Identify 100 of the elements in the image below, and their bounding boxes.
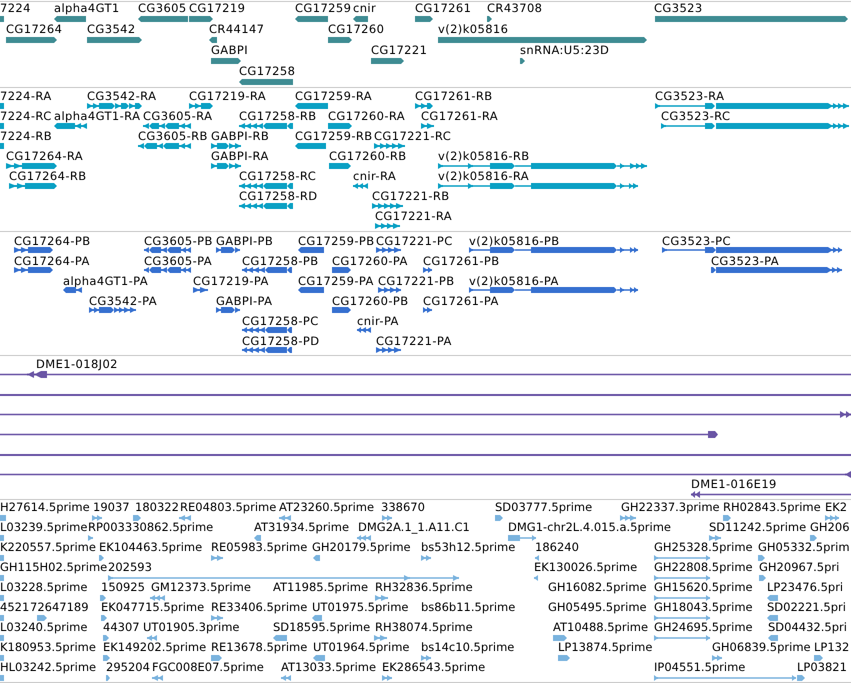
transcript-feature[interactable]	[415, 103, 433, 109]
est-feature[interactable]	[211, 655, 222, 661]
est-feature[interactable]	[375, 595, 388, 601]
est-feature[interactable]	[508, 535, 536, 541]
est-feature[interactable]	[421, 555, 431, 561]
gene-feature[interactable]	[520, 58, 525, 64]
est-feature[interactable]	[179, 515, 191, 521]
gene-feature[interactable]	[371, 58, 404, 64]
transcript-feature[interactable]	[54, 123, 87, 129]
est-feature[interactable]	[100, 595, 106, 601]
clone-feature[interactable]	[0, 431, 718, 438]
transcript-feature[interactable]	[239, 123, 293, 129]
gene-feature[interactable]	[189, 16, 213, 22]
est-feature[interactable]	[101, 615, 107, 621]
gene-feature[interactable]	[54, 16, 86, 22]
transcript-feature[interactable]	[329, 163, 351, 169]
transcript-feature[interactable]	[438, 183, 638, 189]
est-feature[interactable]	[723, 515, 731, 521]
transcript-feature[interactable]	[143, 123, 191, 129]
transcript-feature[interactable]	[374, 143, 405, 149]
protein-feature[interactable]	[14, 247, 53, 253]
est-feature[interactable]	[99, 555, 104, 561]
transcript-feature[interactable]	[6, 163, 57, 169]
est-feature[interactable]	[654, 595, 710, 601]
est-feature[interactable]	[37, 615, 47, 621]
est-feature[interactable]	[357, 535, 371, 541]
est-feature[interactable]	[654, 555, 710, 561]
est-feature[interactable]	[654, 635, 710, 641]
est-feature[interactable]	[106, 675, 110, 681]
est-feature[interactable]	[421, 655, 431, 661]
gene-feature[interactable]	[209, 37, 217, 43]
transcript-feature[interactable]	[211, 143, 241, 149]
transcript-feature[interactable]	[353, 183, 368, 189]
protein-feature[interactable]	[298, 247, 324, 253]
est-feature[interactable]	[313, 555, 320, 561]
protein-feature[interactable]	[378, 287, 401, 293]
est-feature[interactable]	[382, 675, 392, 681]
est-feature[interactable]	[254, 535, 261, 541]
est-feature[interactable]	[654, 575, 710, 581]
est-feature[interactable]	[495, 515, 503, 521]
est-feature[interactable]	[767, 595, 778, 601]
transcript-feature[interactable]	[421, 123, 434, 129]
protein-feature[interactable]	[332, 307, 351, 313]
est-feature[interactable]	[108, 575, 459, 581]
protein-feature[interactable]	[469, 247, 638, 253]
protein-feature[interactable]	[144, 267, 191, 273]
transcript-feature[interactable]	[295, 143, 326, 149]
est-feature[interactable]	[374, 635, 387, 641]
clone-feature[interactable]	[0, 371, 851, 378]
gene-feature[interactable]	[328, 37, 352, 43]
est-feature[interactable]	[273, 635, 287, 641]
protein-feature[interactable]	[298, 287, 324, 293]
est-feature[interactable]	[92, 515, 102, 521]
protein-feature[interactable]	[376, 247, 401, 253]
est-feature[interactable]	[712, 655, 722, 661]
protein-feature[interactable]	[14, 267, 53, 273]
transcript-feature[interactable]	[211, 163, 241, 169]
est-feature[interactable]	[825, 515, 839, 521]
gene-feature[interactable]	[415, 16, 433, 22]
protein-feature[interactable]	[332, 267, 351, 273]
protein-feature[interactable]	[144, 247, 191, 253]
gene-feature[interactable]	[87, 37, 142, 43]
protein-feature[interactable]	[216, 247, 240, 253]
est-feature[interactable]	[558, 655, 570, 661]
protein-feature[interactable]	[89, 307, 136, 313]
clone-feature[interactable]	[0, 471, 851, 478]
est-feature[interactable]	[150, 595, 165, 601]
est-feature[interactable]	[103, 635, 109, 641]
est-feature[interactable]	[88, 535, 93, 541]
transcript-feature[interactable]	[328, 123, 352, 129]
transcript-feature[interactable]	[372, 203, 403, 209]
protein-feature[interactable]	[423, 267, 432, 273]
est-feature[interactable]	[312, 615, 322, 621]
protein-feature[interactable]	[63, 287, 82, 293]
protein-feature[interactable]	[662, 247, 842, 253]
est-feature[interactable]	[709, 535, 721, 541]
est-feature[interactable]	[553, 635, 567, 641]
clone-feature[interactable]	[0, 411, 851, 418]
transcript-feature[interactable]	[138, 143, 191, 149]
est-feature[interactable]	[534, 575, 538, 581]
protein-feature[interactable]	[193, 287, 208, 293]
est-feature[interactable]	[103, 655, 110, 661]
gene-feature[interactable]	[239, 79, 293, 85]
gene-feature[interactable]	[295, 16, 328, 22]
est-feature[interactable]	[133, 515, 141, 521]
gene-feature[interactable]	[353, 16, 368, 22]
protein-feature[interactable]	[423, 307, 432, 313]
est-feature[interactable]	[767, 615, 778, 621]
transcript-feature[interactable]	[9, 183, 57, 189]
protein-feature[interactable]	[711, 267, 842, 273]
est-feature[interactable]	[281, 675, 291, 681]
est-feature[interactable]	[147, 635, 157, 641]
est-feature[interactable]	[810, 535, 817, 541]
protein-feature[interactable]	[216, 307, 240, 313]
transcript-feature[interactable]	[87, 103, 142, 109]
gene-feature[interactable]	[211, 58, 241, 64]
est-feature[interactable]	[382, 515, 392, 521]
gene-feature[interactable]	[487, 16, 492, 22]
est-feature[interactable]	[759, 575, 766, 581]
est-feature[interactable]	[768, 635, 778, 641]
